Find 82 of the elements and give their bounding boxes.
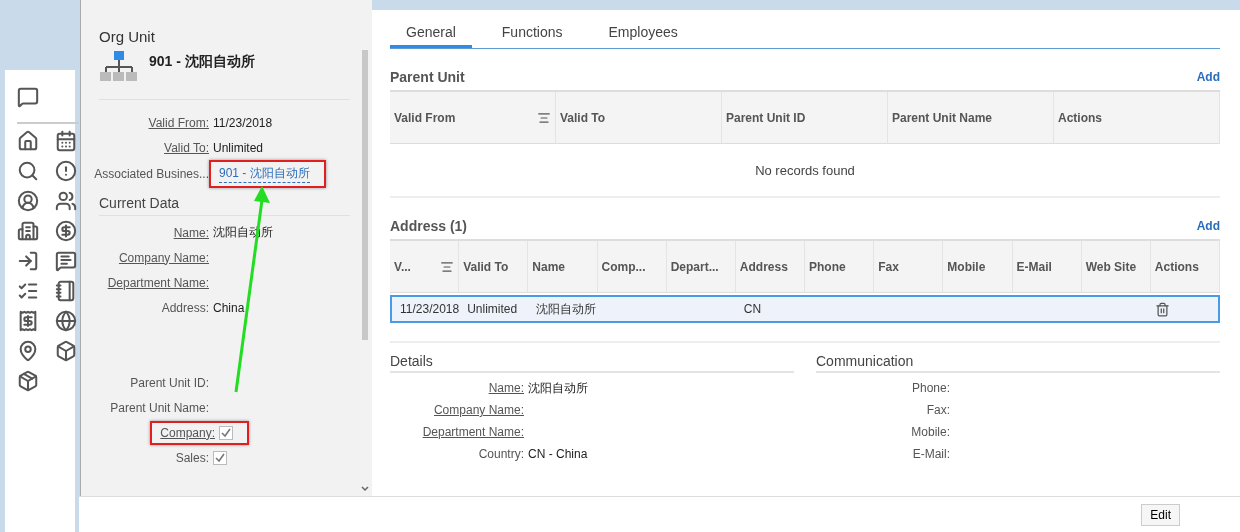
field-value: 沈阳自动所 <box>528 379 589 397</box>
search-icon[interactable] <box>17 160 39 182</box>
calendar-icon[interactable] <box>55 130 77 152</box>
section-title: Communication <box>816 353 1220 373</box>
field-label: Valid From: <box>148 115 209 130</box>
field-label: Address: <box>161 300 209 315</box>
field-label: Parent Unit Name: <box>110 400 209 415</box>
tab[interactable]: Employees <box>592 20 694 48</box>
column-header[interactable]: Address <box>735 241 805 293</box>
table-cell-text: CN <box>742 302 763 316</box>
field-label: Phone: <box>911 381 950 395</box>
column-header[interactable]: V... <box>390 241 460 293</box>
business-link[interactable]: 901 - 沈阳自动所 <box>219 165 310 183</box>
field-label: Parent Unit ID: <box>130 375 209 390</box>
receipt-icon[interactable] <box>17 310 39 332</box>
tab[interactable]: Functions <box>485 20 579 48</box>
table-cell-text: Unlimited <box>466 302 519 316</box>
field-label: Mobile: <box>911 425 950 439</box>
field-label: Department Name: <box>422 425 524 439</box>
sort-icon[interactable] <box>440 259 455 274</box>
add-link[interactable]: Add <box>1196 70 1220 84</box>
field-label: Name: <box>488 381 524 395</box>
section-title: Details <box>390 353 794 373</box>
package-icon[interactable] <box>17 370 39 392</box>
edit-button[interactable]: Edit <box>1141 503 1180 526</box>
home-icon[interactable] <box>17 130 39 152</box>
field-label: Sales: <box>175 450 209 465</box>
field-label: Fax: <box>926 403 950 417</box>
column-header[interactable]: Mobile <box>943 241 1013 293</box>
people-list-icon[interactable] <box>55 190 77 212</box>
scrollbar[interactable] <box>361 50 369 492</box>
checkbox[interactable] <box>219 425 233 440</box>
table-row[interactable]: 11/23/2018 Unlimited 沈阳自动所 CN <box>390 295 1220 323</box>
trash-icon[interactable] <box>1154 301 1170 317</box>
chevron-down-icon[interactable] <box>361 486 369 492</box>
column-header[interactable]: E-Mail <box>1012 241 1082 293</box>
field-value: CN - China <box>528 447 589 461</box>
user-icon[interactable] <box>17 190 39 212</box>
field-label: E-Mail: <box>912 447 950 461</box>
column-header[interactable]: Parent Unit Name <box>888 92 1054 144</box>
column-header[interactable]: Comp... <box>597 241 667 293</box>
empty-message: No records found <box>390 144 1220 198</box>
map-pin-icon[interactable] <box>17 340 39 362</box>
field-value: Unlimited <box>213 140 264 155</box>
unit-name: 901 - 沈阳自动所 <box>149 52 255 71</box>
column-header[interactable]: Actions <box>1054 92 1220 144</box>
section-title: Parent Unit <box>390 69 465 85</box>
field-label: Company: <box>160 425 215 440</box>
column-header[interactable]: Fax <box>874 241 944 293</box>
field-label: Company Name: <box>118 250 209 265</box>
column-header[interactable]: Valid To <box>459 241 529 293</box>
checkbox[interactable] <box>213 450 227 465</box>
section-title: Address (1) <box>390 218 468 234</box>
field-label: Associated Busines... <box>94 167 209 181</box>
field-value: 11/23/2018 <box>213 115 274 130</box>
field-value: China <box>213 300 246 315</box>
field-label: Name: <box>173 225 209 240</box>
alert-icon[interactable] <box>55 160 77 182</box>
column-header[interactable]: Valid To <box>556 92 722 144</box>
column-header[interactable]: Valid From <box>390 92 556 144</box>
field-label: Company Name: <box>433 403 524 417</box>
chat-icon[interactable] <box>17 86 39 108</box>
field-label: Valid To: <box>164 140 209 155</box>
panel-title: Org Unit <box>99 28 156 45</box>
table-cell-text: 沈阳自动所 <box>535 300 598 318</box>
notebook-icon[interactable] <box>55 280 77 302</box>
column-header[interactable]: Phone <box>805 241 875 293</box>
column-header[interactable]: Parent Unit ID <box>722 92 888 144</box>
column-header[interactable]: Name <box>528 241 598 293</box>
field-label: Department Name: <box>107 275 209 290</box>
column-header[interactable]: Web Site <box>1081 241 1151 293</box>
tab[interactable]: General <box>390 20 472 48</box>
globe-icon[interactable] <box>55 310 77 332</box>
add-link[interactable]: Add <box>1196 219 1220 233</box>
column-header[interactable]: Actions <box>1150 241 1220 293</box>
sort-icon[interactable] <box>537 110 551 125</box>
table-cell-text: 11/23/2018 <box>399 302 460 316</box>
box-icon[interactable] <box>55 340 77 362</box>
column-header[interactable]: Depart... <box>666 241 736 293</box>
field-label: Country: <box>478 447 524 461</box>
building-icon[interactable] <box>17 220 39 242</box>
dollar-icon[interactable] <box>55 220 77 242</box>
